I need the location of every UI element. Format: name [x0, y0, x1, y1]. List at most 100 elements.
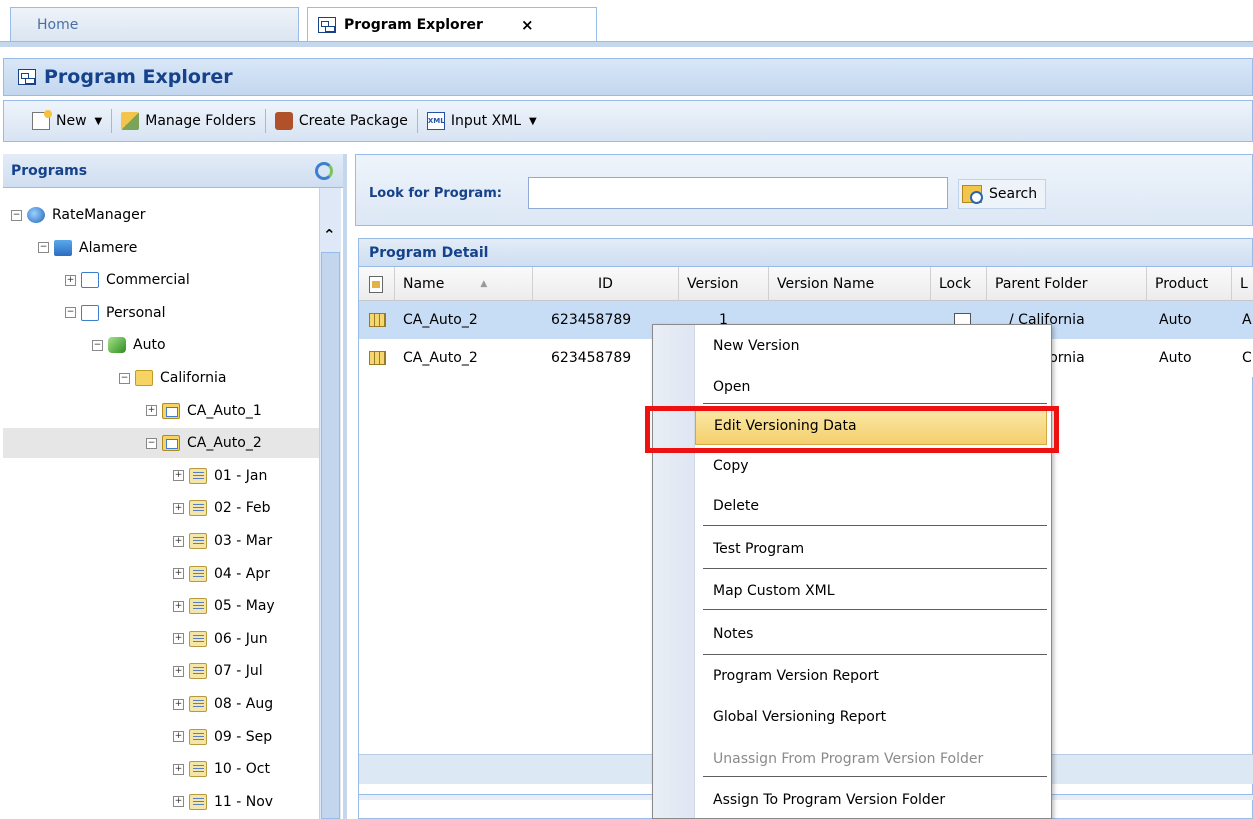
tree-item[interactable]: − California	[3, 363, 319, 393]
collapse-icon[interactable]: −	[65, 307, 76, 319]
expand-icon[interactable]: +	[173, 633, 184, 645]
tree-scrollbar[interactable]: ⌃	[319, 188, 341, 819]
toolbar-divider	[416, 109, 418, 133]
column-header-id[interactable]: ID	[533, 267, 679, 301]
menu-item-open[interactable]: Open	[695, 368, 1047, 406]
expand-icon[interactable]: +	[173, 665, 184, 677]
menu-separator	[703, 568, 1047, 569]
manage-folders-label: Manage Folders	[145, 113, 256, 129]
tree-item[interactable]: +01 - Jan	[3, 461, 319, 491]
page-title-bar: Program Explorer	[3, 58, 1253, 96]
column-header-product[interactable]: Product	[1147, 267, 1232, 301]
window-icon	[18, 69, 36, 85]
tree-item-label: 05 - May	[214, 598, 275, 615]
column-name-label: Name	[403, 276, 445, 292]
tree-item[interactable]: +04 - Apr	[3, 559, 319, 589]
expand-icon[interactable]: +	[173, 600, 184, 612]
tree-item[interactable]: − Personal	[3, 298, 319, 328]
package-icon	[274, 112, 293, 130]
tree-item[interactable]: +10 - Oct	[3, 754, 319, 784]
scroll-up-icon[interactable]: ⌃	[323, 226, 336, 244]
page-title: Program Explorer	[44, 66, 233, 88]
tree-item[interactable]: − Alamere	[3, 233, 319, 263]
tree-item[interactable]: +03 - Mar	[3, 526, 319, 556]
menu-item-unassign-from-program-version-folder: Unassign From Program Version Folder	[713, 751, 984, 767]
search-input[interactable]	[528, 177, 948, 209]
close-tab-icon[interactable]: ×	[521, 16, 534, 34]
tree-item[interactable]: − RateManager	[3, 200, 319, 230]
tab-home[interactable]: Home	[10, 7, 299, 41]
input-xml-label: Input XML	[450, 113, 522, 129]
tree-item-label: 06 - Jun	[214, 630, 268, 647]
tree-item[interactable]: +02 - Feb	[3, 493, 319, 523]
tab-program-explorer[interactable]: Program Explorer ×	[307, 7, 597, 41]
collapse-icon[interactable]: −	[119, 372, 130, 384]
expand-icon[interactable]: +	[173, 763, 184, 775]
create-package-button[interactable]: Create Package	[269, 106, 414, 136]
expand-icon[interactable]: +	[173, 698, 184, 710]
collapse-icon[interactable]: −	[146, 437, 157, 449]
expand-icon[interactable]: +	[173, 731, 184, 743]
input-xml-button[interactable]: XML Input XML ▼	[421, 106, 543, 136]
tab-program-explorer-label: Program Explorer	[344, 16, 483, 33]
column-header-version[interactable]: Version	[679, 267, 769, 301]
column-header-lock[interactable]: Lock	[931, 267, 987, 301]
tree-item[interactable]: +07 - Jul	[3, 656, 319, 686]
tree-item[interactable]: +06 - Jun	[3, 624, 319, 654]
expand-icon[interactable]: +	[173, 568, 184, 580]
column-header-parent-folder[interactable]: Parent Folder	[987, 267, 1147, 301]
search-button-label: Search	[989, 186, 1038, 202]
tree-item[interactable]: +11 - Nov	[3, 787, 319, 817]
collapse-icon[interactable]: −	[92, 339, 103, 351]
tree-item[interactable]: +08 - Aug	[3, 689, 319, 719]
tree-item[interactable]: − Auto	[3, 330, 319, 360]
program-detail-title: Program Detail	[359, 239, 1252, 267]
tree-item[interactable]: +05 - May	[3, 591, 319, 621]
tree-item[interactable]: + Commercial	[3, 265, 319, 295]
program-icon	[162, 402, 180, 419]
column-parent-folder-label: Parent Folder	[995, 276, 1088, 292]
expand-icon[interactable]: +	[173, 796, 184, 808]
expand-icon[interactable]: +	[173, 470, 184, 482]
line-of-business-icon	[81, 304, 99, 321]
column-header-name[interactable]: Name ▲	[395, 267, 533, 301]
cell-product: Auto	[1159, 350, 1192, 366]
expand-icon[interactable]: +	[173, 502, 184, 514]
tab-strip-divider	[0, 41, 1253, 47]
line-of-business-icon	[81, 272, 99, 289]
row-icon-cell	[359, 339, 386, 377]
expand-icon[interactable]: +	[65, 274, 76, 286]
column-version-name-label: Version Name	[777, 276, 875, 292]
tree-item[interactable]: +09 - Sep	[3, 722, 319, 752]
manage-folders-button[interactable]: Manage Folders	[115, 106, 262, 136]
search-button[interactable]: Search	[958, 179, 1046, 209]
menu-item-assign-to-program-version-folder[interactable]: Assign To Program Version Folder	[695, 781, 1047, 819]
menu-item-delete[interactable]: Delete	[695, 487, 1047, 525]
menu-item-notes[interactable]: Notes	[695, 615, 1047, 653]
new-button[interactable]: New ▼	[26, 106, 108, 136]
refresh-icon[interactable]	[315, 162, 333, 180]
menu-item-test-program[interactable]: Test Program	[695, 530, 1047, 568]
tree-item[interactable]: + CA_Auto_1	[3, 396, 319, 426]
database-icon	[27, 207, 45, 223]
column-lock-label: Lock	[939, 276, 971, 292]
expand-icon[interactable]: +	[146, 405, 157, 417]
version-folder-icon	[189, 565, 207, 582]
programs-panel: Programs − RateManager − Alamere + Commercial…	[3, 154, 347, 819]
column-extra-label: L	[1240, 276, 1248, 292]
menu-item-new-version[interactable]: New Version	[695, 327, 1047, 365]
version-folder-icon	[189, 467, 207, 484]
context-menu-gutter	[653, 325, 695, 818]
column-header-extra[interactable]: L	[1232, 267, 1253, 301]
menu-item-map-custom-xml[interactable]: Map Custom XML	[695, 572, 1047, 610]
expand-icon[interactable]: +	[173, 535, 184, 547]
tree-item-label: 08 - Aug	[214, 696, 274, 712]
tree-item[interactable]: − CA_Auto_2	[3, 428, 319, 459]
collapse-icon[interactable]: −	[11, 209, 22, 221]
tree-item-label: Auto	[133, 337, 166, 354]
menu-item-global-versioning-report[interactable]: Global Versioning Report	[695, 698, 1047, 736]
column-header-version-name[interactable]: Version Name	[769, 267, 931, 301]
menu-item-program-version-report[interactable]: Program Version Report	[695, 657, 1047, 695]
collapse-icon[interactable]: −	[38, 242, 49, 254]
scrollbar-thumb[interactable]	[321, 252, 340, 819]
